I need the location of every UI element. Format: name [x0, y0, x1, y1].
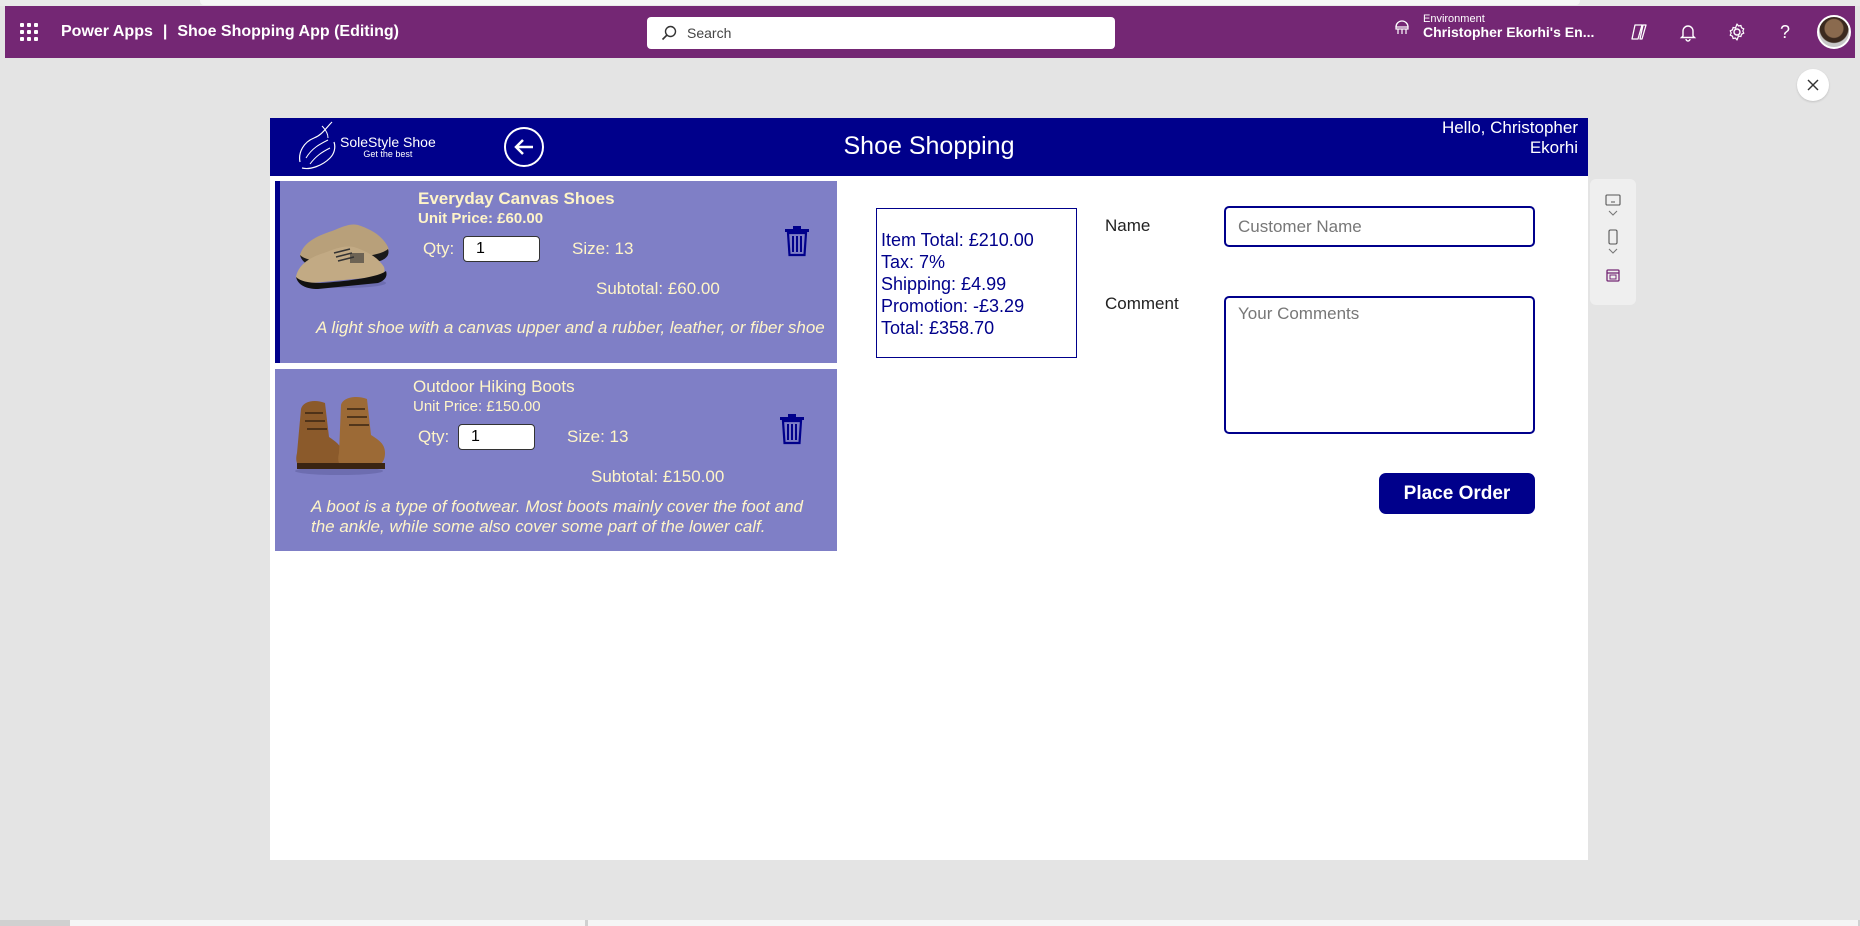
environment-picker[interactable]: Environment Christopher Ekorhi's En...: [1393, 13, 1594, 40]
avatar[interactable]: [1817, 15, 1851, 49]
qty-label: Qty:: [418, 427, 450, 446]
greeting-line-2: Ekorhi: [1529, 138, 1578, 157]
tax: Tax: 7%: [881, 252, 946, 272]
place-order-button[interactable]: Place Order: [1379, 473, 1535, 514]
qty-input[interactable]: [463, 236, 540, 262]
search-icon: [661, 25, 677, 41]
comment-label: Comment: [1105, 294, 1179, 313]
order-summary: Item Total: £210.00 Tax: 7% Shipping: £4…: [876, 208, 1077, 358]
gear-icon: [1729, 23, 1745, 41]
settings-button[interactable]: [1725, 20, 1749, 44]
product-name: Outdoor Hiking Boots: [413, 377, 575, 396]
subtotal: Subtotal: £150.00: [591, 467, 725, 486]
qty-label: Qty:: [423, 239, 455, 258]
unit-price: Unit Price: £150.00: [413, 398, 541, 415]
app-launcher-button[interactable]: [5, 6, 53, 58]
subtotal: Subtotal: £60.00: [596, 279, 720, 298]
app-header: SoleStyle Shoe Get the best Shoe Shoppin…: [270, 118, 1588, 176]
title-separator: |: [162, 23, 168, 40]
bottom-scroll-strip: [0, 920, 1860, 926]
bottom-segment: [70, 920, 585, 926]
item-total: Item Total: £210.00: [881, 230, 1034, 250]
product-description: A light shoe with a canvas upper and a r…: [316, 318, 825, 337]
copilot-icon: [1631, 24, 1647, 40]
tab-hint: [200, 0, 1580, 5]
chevron-down-icon[interactable]: [1605, 208, 1621, 218]
cart-item[interactable]: Outdoor Hiking Boots Unit Price: £150.00…: [275, 369, 837, 551]
phone-icon[interactable]: [1605, 229, 1621, 245]
name-label: Name: [1105, 216, 1151, 235]
qty-input[interactable]: [458, 424, 535, 450]
help-icon: ?: [1779, 21, 1790, 42]
comment-input[interactable]: [1224, 296, 1535, 434]
search-box[interactable]: Search: [647, 17, 1115, 49]
powerapps-header: Power Apps | Shoe Shopping App (Editing)…: [5, 6, 1855, 58]
greeting-line-1: Hello, Christopher: [1441, 118, 1578, 137]
bottom-segment: [588, 920, 1858, 926]
order-total: Total: £358.70: [881, 318, 995, 338]
copilot-button[interactable]: [1627, 20, 1651, 44]
trash-icon[interactable]: [778, 413, 806, 445]
app-canvas: SoleStyle Shoe Get the best Shoe Shoppin…: [270, 118, 1588, 860]
canvas-side-toolbar: [1590, 179, 1636, 305]
bell-icon: [1679, 25, 1697, 42]
environment-name: Christopher Ekorhi's En...: [1423, 24, 1595, 41]
unit-price: Unit Price: £60.00: [418, 210, 544, 227]
notifications-button[interactable]: [1676, 20, 1700, 44]
search-placeholder: Search: [687, 25, 732, 41]
user-greeting: Hello, Christopher Ekorhi: [1442, 118, 1578, 158]
product-name[interactable]: Power Apps: [61, 23, 153, 41]
shipping: Shipping: £4.99: [881, 274, 1007, 294]
waffle-icon: [20, 23, 38, 41]
environment-icon: [1395, 20, 1409, 34]
size-label: Size: 13: [567, 427, 629, 446]
product-name: Everyday Canvas Shoes: [418, 189, 615, 208]
screen-icon[interactable]: [1605, 192, 1621, 208]
help-button[interactable]: ?: [1773, 20, 1797, 44]
product-description: A boot is a type of footwear. Most boots…: [311, 497, 804, 536]
page-title: Shoe Shopping: [843, 132, 1015, 160]
close-icon: [1807, 79, 1819, 91]
trash-icon[interactable]: [783, 225, 811, 257]
close-preview-button[interactable]: [1797, 69, 1829, 101]
size-label: Size: 13: [572, 239, 634, 258]
calendar-icon[interactable]: [1605, 267, 1621, 283]
customer-name-input[interactable]: [1224, 206, 1535, 247]
hiking-boots-image: [295, 397, 385, 475]
canvas-shoe-image: [296, 224, 389, 289]
cart-item[interactable]: Everyday Canvas Shoes Unit Price: £60.00…: [275, 181, 837, 363]
promotion: Promotion: -£3.29: [881, 296, 1025, 316]
chevron-down-icon[interactable]: [1605, 246, 1621, 256]
app-title: Shoe Shopping App (Editing): [177, 23, 399, 40]
